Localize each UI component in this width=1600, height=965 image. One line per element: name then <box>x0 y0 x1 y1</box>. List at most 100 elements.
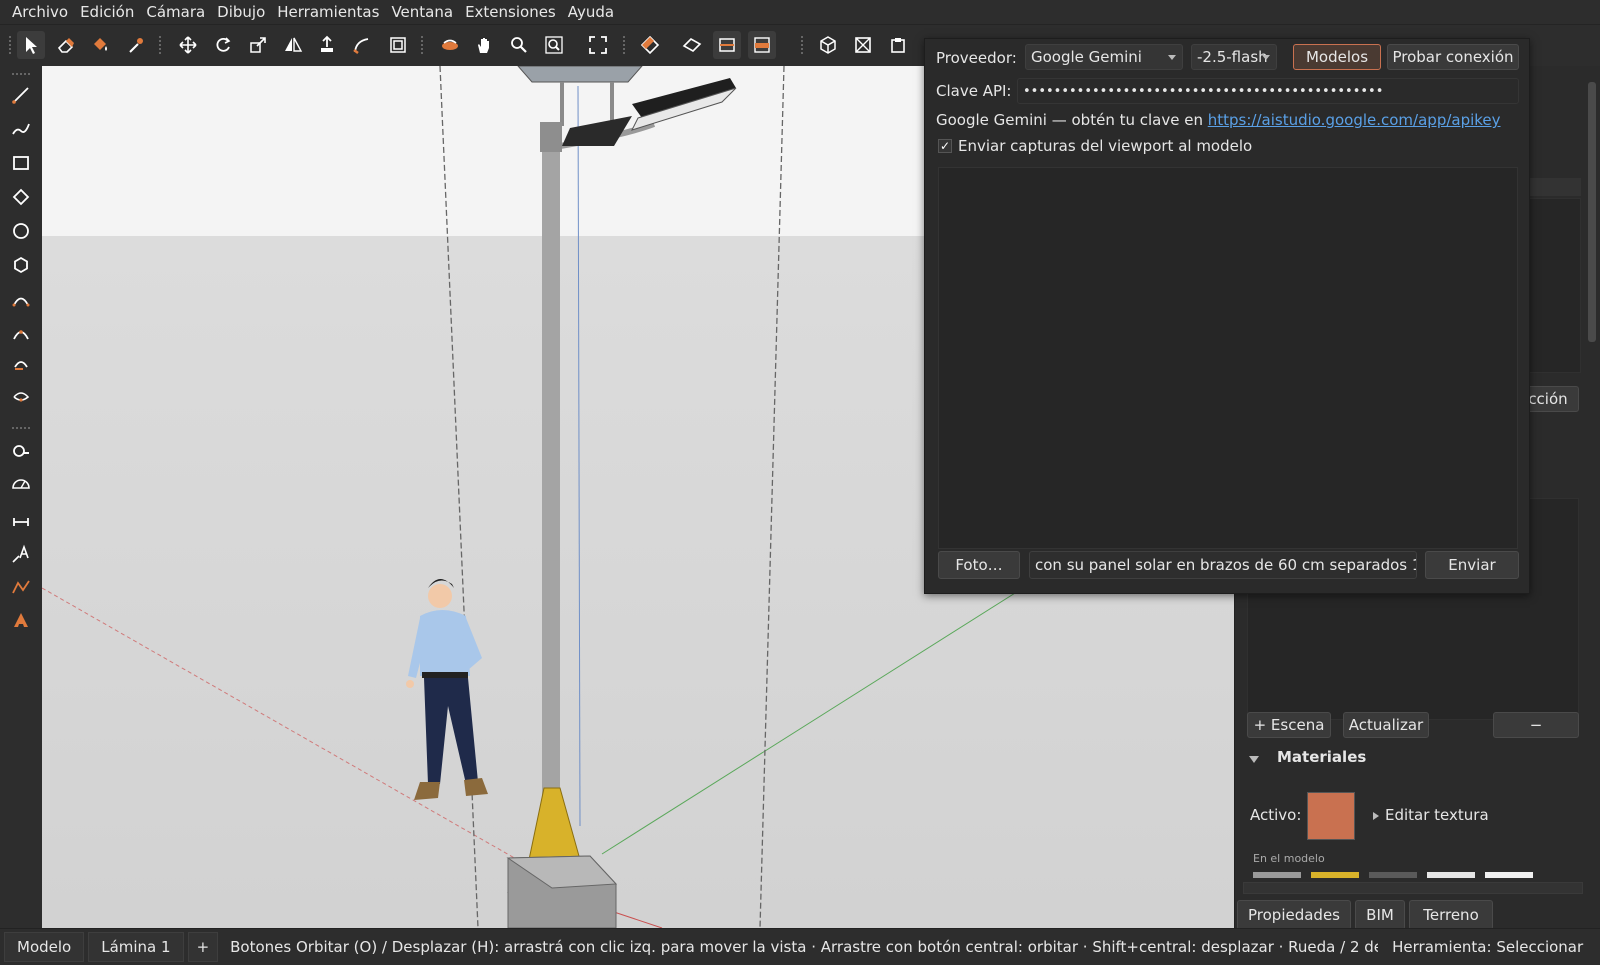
zoom-extents-icon[interactable] <box>584 31 612 59</box>
swatch-scrollbar[interactable] <box>1243 882 1583 894</box>
status-bar: Modelo Lámina 1 + Botones Orbitar (O) / … <box>0 928 1600 965</box>
arc-3pt-tool-icon[interactable] <box>7 319 35 347</box>
zoom-icon[interactable] <box>505 31 533 59</box>
chat-history[interactable] <box>938 167 1518 549</box>
follow-me-icon[interactable] <box>348 31 376 59</box>
arc-2pt-tool-icon[interactable] <box>7 383 35 411</box>
solar-panel <box>517 66 643 83</box>
dimension-icon[interactable] <box>7 508 35 536</box>
update-scene-button[interactable]: Actualizar <box>1343 712 1429 738</box>
eyedropper-icon[interactable] <box>122 31 150 59</box>
prompt-input[interactable]: con su panel solar en brazos de 60 cm se… <box>1029 551 1417 579</box>
section-cut-icon[interactable] <box>713 31 741 59</box>
model-select[interactable]: -2.5-flash <box>1191 44 1277 70</box>
material-swatch[interactable] <box>1427 872 1475 878</box>
menu-archivo[interactable]: Archivo <box>6 0 74 24</box>
tab-lamina-1[interactable]: Lámina 1 <box>88 932 184 962</box>
chevron-down-icon <box>1168 55 1176 60</box>
flip-icon[interactable] <box>279 31 307 59</box>
orbit-icon[interactable] <box>436 31 464 59</box>
ai-assistant-dialog: Proveedor: Google Gemini -2.5-flash Mode… <box>924 38 1530 594</box>
material-swatch[interactable] <box>1253 872 1301 878</box>
axes-icon[interactable] <box>7 573 35 601</box>
push-pull-icon[interactable] <box>313 31 341 59</box>
add-sheet-button[interactable]: + <box>187 932 219 962</box>
provider-label: Proveedor: <box>936 49 1017 67</box>
guide-line <box>759 66 785 928</box>
api-key-hint: Google Gemini — obtén tu clave en https:… <box>936 111 1501 129</box>
paint-bucket-icon[interactable] <box>86 31 114 59</box>
clipboard-icon[interactable] <box>884 31 912 59</box>
menu-herramientas[interactable]: Herramientas <box>271 0 385 24</box>
tape-measure-icon[interactable] <box>7 437 35 465</box>
remove-scene-button[interactable]: − <box>1493 712 1579 738</box>
3d-text-icon[interactable] <box>7 606 35 634</box>
send-button[interactable]: Enviar <box>1425 551 1519 579</box>
toolbar-grip[interactable] <box>8 35 12 55</box>
tab-modelo[interactable]: Modelo <box>4 932 85 962</box>
rectangle-tool-icon[interactable] <box>7 149 35 177</box>
expand-arrow-icon[interactable] <box>1373 812 1379 820</box>
guide-line <box>439 66 479 928</box>
menu-dibujo[interactable]: Dibujo <box>211 0 271 24</box>
capture-checkbox-label: Enviar capturas del viewport al modelo <box>958 137 1253 155</box>
provider-select[interactable]: Google Gemini <box>1025 44 1183 70</box>
menu-ventana[interactable]: Ventana <box>385 0 459 24</box>
offset-icon[interactable] <box>384 31 412 59</box>
menu-camara[interactable]: Cámara <box>140 0 211 24</box>
test-connection-button[interactable]: Probar conexión <box>1387 44 1519 70</box>
material-swatch[interactable] <box>1369 872 1417 878</box>
capture-checkbox[interactable]: ✓ <box>938 139 952 153</box>
current-tool: Herramienta: Seleccionar <box>1392 938 1584 956</box>
xray-icon[interactable] <box>849 31 877 59</box>
zoom-window-icon[interactable] <box>540 31 568 59</box>
human-figure <box>406 579 488 800</box>
chevron-down-icon <box>1262 55 1270 60</box>
select-icon[interactable] <box>17 31 45 59</box>
face-style-icon[interactable] <box>678 31 706 59</box>
box-icon[interactable] <box>814 31 842 59</box>
move-icon[interactable] <box>174 31 202 59</box>
pie-tool-icon[interactable] <box>7 351 35 379</box>
right-panel-scrollbar[interactable] <box>1584 66 1600 886</box>
material-swatches[interactable] <box>1253 872 1583 878</box>
scale-icon[interactable] <box>244 31 272 59</box>
section-fill-icon[interactable] <box>748 31 776 59</box>
polygon-tool-icon[interactable] <box>7 251 35 279</box>
rotated-rectangle-icon[interactable] <box>7 183 35 211</box>
menu-edicion[interactable]: Edición <box>74 0 140 24</box>
api-key-link[interactable]: https://aistudio.google.com/app/apikey <box>1208 111 1501 129</box>
material-swatch[interactable] <box>1311 872 1359 878</box>
text-label-icon[interactable] <box>7 540 35 568</box>
photo-button[interactable]: Foto… <box>938 551 1020 579</box>
in-model-label: En el modelo <box>1253 852 1325 865</box>
menu-extensiones[interactable]: Extensiones <box>459 0 562 24</box>
edit-texture-link[interactable]: Editar textura <box>1385 806 1489 824</box>
active-material-swatch[interactable] <box>1307 792 1355 840</box>
menu-bar: Archivo Edición Cámara Dibujo Herramient… <box>0 0 1600 24</box>
arc-tool-icon[interactable] <box>7 286 35 314</box>
status-hint: Botones Orbitar (O) / Desplazar (H): arr… <box>230 938 1379 956</box>
api-key-input[interactable]: ••••••••••••••••••••••••••••••••••••••••… <box>1017 78 1519 104</box>
api-key-label: Clave API: <box>936 82 1012 100</box>
freehand-tool-icon[interactable] <box>7 115 35 143</box>
lamp-pole <box>542 126 560 796</box>
material-swatch[interactable] <box>1485 872 1533 878</box>
menu-ayuda[interactable]: Ayuda <box>562 0 620 24</box>
eraser-icon[interactable] <box>52 31 80 59</box>
collapse-arrow-icon[interactable] <box>1249 756 1259 763</box>
protractor-icon[interactable] <box>7 469 35 497</box>
tab-bim[interactable]: BIM <box>1355 900 1405 930</box>
section-plane-icon[interactable] <box>636 31 664 59</box>
add-scene-button[interactable]: + Escena <box>1247 712 1331 738</box>
rotate-icon[interactable] <box>209 31 237 59</box>
green-axis <box>601 575 1043 855</box>
line-tool-icon[interactable] <box>7 81 35 109</box>
pan-icon[interactable] <box>470 31 498 59</box>
circle-tool-icon[interactable] <box>7 217 35 245</box>
tab-propiedades[interactable]: Propiedades <box>1237 900 1351 930</box>
drawing-toolbar <box>0 66 42 928</box>
blue-axis <box>577 85 581 827</box>
tab-terreno[interactable]: Terreno <box>1409 900 1493 930</box>
models-button[interactable]: Modelos <box>1293 44 1381 70</box>
